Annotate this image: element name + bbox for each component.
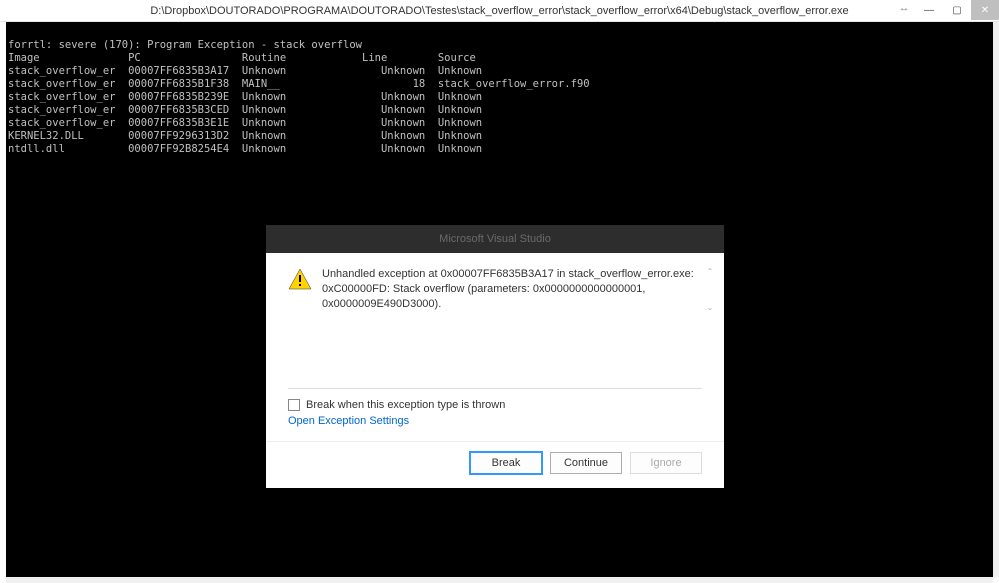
dialog-buttons: Break Continue Ignore xyxy=(266,441,724,488)
console-row: stack_overflow_er 00007FF6835B3A17 Unkno… xyxy=(8,65,482,77)
minimize-button[interactable]: — xyxy=(915,0,943,20)
dialog-title: Microsoft Visual Studio xyxy=(266,225,724,253)
horizontal-scrollbar[interactable] xyxy=(6,577,993,583)
ignore-button: Ignore xyxy=(630,452,702,474)
exception-dialog: Microsoft Visual Studio Unhandled except… xyxy=(266,225,724,488)
continue-button[interactable]: Continue xyxy=(550,452,622,474)
window-controls: — ▢ ✕ xyxy=(915,0,999,20)
console-row: stack_overflow_er 00007FF6835B239E Unkno… xyxy=(8,91,482,103)
checkbox-box[interactable] xyxy=(288,399,300,411)
dialog-message-area: Unhandled exception at 0x00007FF6835B3A1… xyxy=(266,253,724,320)
scroll-up-icon[interactable]: ⌃ xyxy=(706,267,714,276)
dialog-body: Unhandled exception at 0x00007FF6835B3A1… xyxy=(266,253,724,488)
dialog-message-line-1: Unhandled exception at 0x00007FF6835B3A1… xyxy=(322,267,702,282)
console-row: stack_overflow_er 00007FF6835B3CED Unkno… xyxy=(8,104,482,116)
close-button[interactable]: ✕ xyxy=(971,0,999,20)
dialog-options: Break when this exception type is thrown… xyxy=(266,389,724,441)
console-column-header: Image PC Routine Line Source xyxy=(8,52,476,64)
checkbox-label: Break when this exception type is thrown xyxy=(306,399,505,411)
break-on-exception-checkbox[interactable]: Break when this exception type is thrown xyxy=(288,399,702,411)
maximize-button[interactable]: ▢ xyxy=(943,0,971,20)
scroll-down-icon[interactable]: ⌄ xyxy=(706,303,714,312)
dialog-message-line-2: 0xC00000FD: Stack overflow (parameters: … xyxy=(322,282,702,312)
vertical-scrollbar[interactable] xyxy=(993,22,999,577)
warning-icon xyxy=(288,267,312,291)
console-row: stack_overflow_er 00007FF6835B1F38 MAIN_… xyxy=(8,78,590,90)
titlebar: D:\Dropbox\DOUTORADO\PROGRAMA\DOUTORADO\… xyxy=(0,0,999,22)
window-title: D:\Dropbox\DOUTORADO\PROGRAMA\DOUTORADO\… xyxy=(150,5,848,17)
console-row: KERNEL32.DLL 00007FF9296313D2 Unknown Un… xyxy=(8,130,482,142)
app-window: D:\Dropbox\DOUTORADO\PROGRAMA\DOUTORADO\… xyxy=(0,0,999,583)
open-exception-settings-link[interactable]: Open Exception Settings xyxy=(288,415,409,427)
resize-arrows-icon: ↔ xyxy=(899,3,909,14)
message-scrollbar[interactable]: ⌃ ⌄ xyxy=(706,267,714,312)
console-row: ntdll.dll 00007FF92B8254E4 Unknown Unkno… xyxy=(8,143,482,155)
console-row: stack_overflow_er 00007FF6835B3E1E Unkno… xyxy=(8,117,482,129)
console-error-line: forrtl: severe (170): Program Exception … xyxy=(8,39,362,51)
dialog-message: Unhandled exception at 0x00007FF6835B3A1… xyxy=(322,267,702,312)
break-button[interactable]: Break xyxy=(470,452,542,474)
